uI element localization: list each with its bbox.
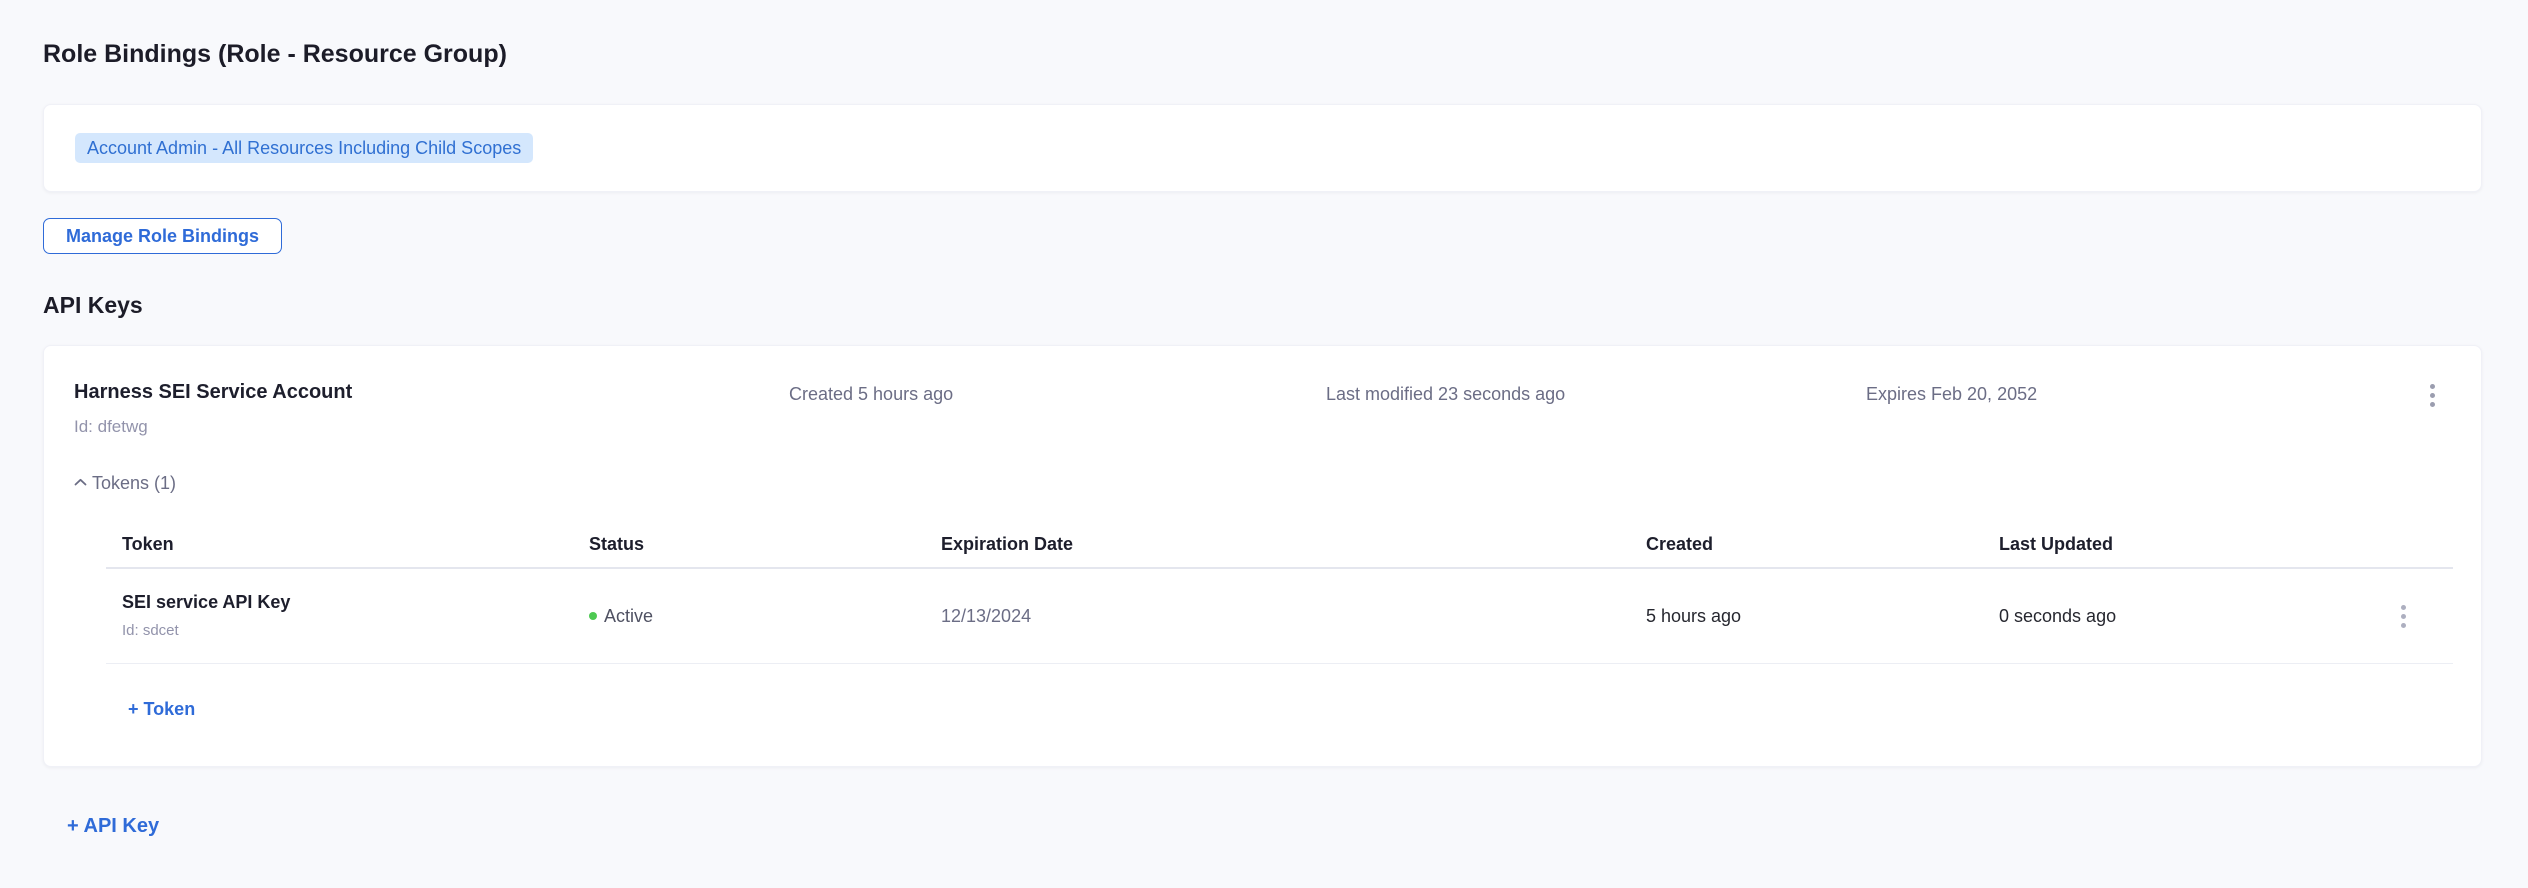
api-key-last-modified: Last modified 23 seconds ago [1326,382,1866,404]
token-created: 5 hours ago [1630,606,1983,627]
api-key-menu-button[interactable] [2424,382,2441,409]
api-key-expires: Expires Feb 20, 2052 [1866,382,2407,404]
column-header-last-updated: Last Updated [1983,534,2393,555]
page-title: Role Bindings (Role - Resource Group) [43,0,2482,68]
api-key-header: Harness SEI Service Account Id: dfetwg C… [74,382,2451,436]
token-last-updated: 0 seconds ago [1983,606,2393,627]
manage-role-bindings-button[interactable]: Manage Role Bindings [43,218,282,254]
column-header-expiration-date: Expiration Date [925,534,1630,555]
api-key-identity: Harness SEI Service Account Id: dfetwg [74,382,789,436]
token-expiration-date: 12/13/2024 [925,606,1630,627]
page: Role Bindings (Role - Resource Group) Ac… [0,0,2528,837]
api-key-created: Created 5 hours ago [789,382,1326,404]
token-table-row: SEI service API Key Id: sdcet Active 12/… [106,569,2453,664]
role-bindings-card: Account Admin - All Resources Including … [43,104,2482,192]
tokens-table: Token Status Expiration Date Created Las… [106,521,2453,664]
token-status-cell: Active [573,606,925,627]
token-status: Active [604,606,653,627]
status-dot-icon [589,612,597,620]
token-menu-button[interactable] [2395,603,2412,630]
column-header-token: Token [106,534,573,555]
tokens-toggle-label: Tokens (1) [92,472,176,494]
column-header-status: Status [573,534,925,555]
token-id: Id: sdcet [122,623,573,639]
column-header-created: Created [1630,534,1983,555]
api-key-card: Harness SEI Service Account Id: dfetwg C… [43,345,2482,767]
chevron-up-icon [74,478,87,486]
add-token-link[interactable]: + Token [128,698,195,720]
role-binding-chip: Account Admin - All Resources Including … [75,133,533,163]
token-name-cell: SEI service API Key Id: sdcet [106,593,573,639]
tokens-toggle[interactable]: Tokens (1) [74,472,176,494]
token-name: SEI service API Key [122,593,573,612]
tokens-table-header-row: Token Status Expiration Date Created Las… [106,521,2453,569]
api-keys-heading: API Keys [43,293,2482,317]
api-key-name: Harness SEI Service Account [74,382,789,402]
add-api-key-link[interactable]: + API Key [67,815,159,837]
api-key-id: Id: dfetwg [74,418,789,436]
